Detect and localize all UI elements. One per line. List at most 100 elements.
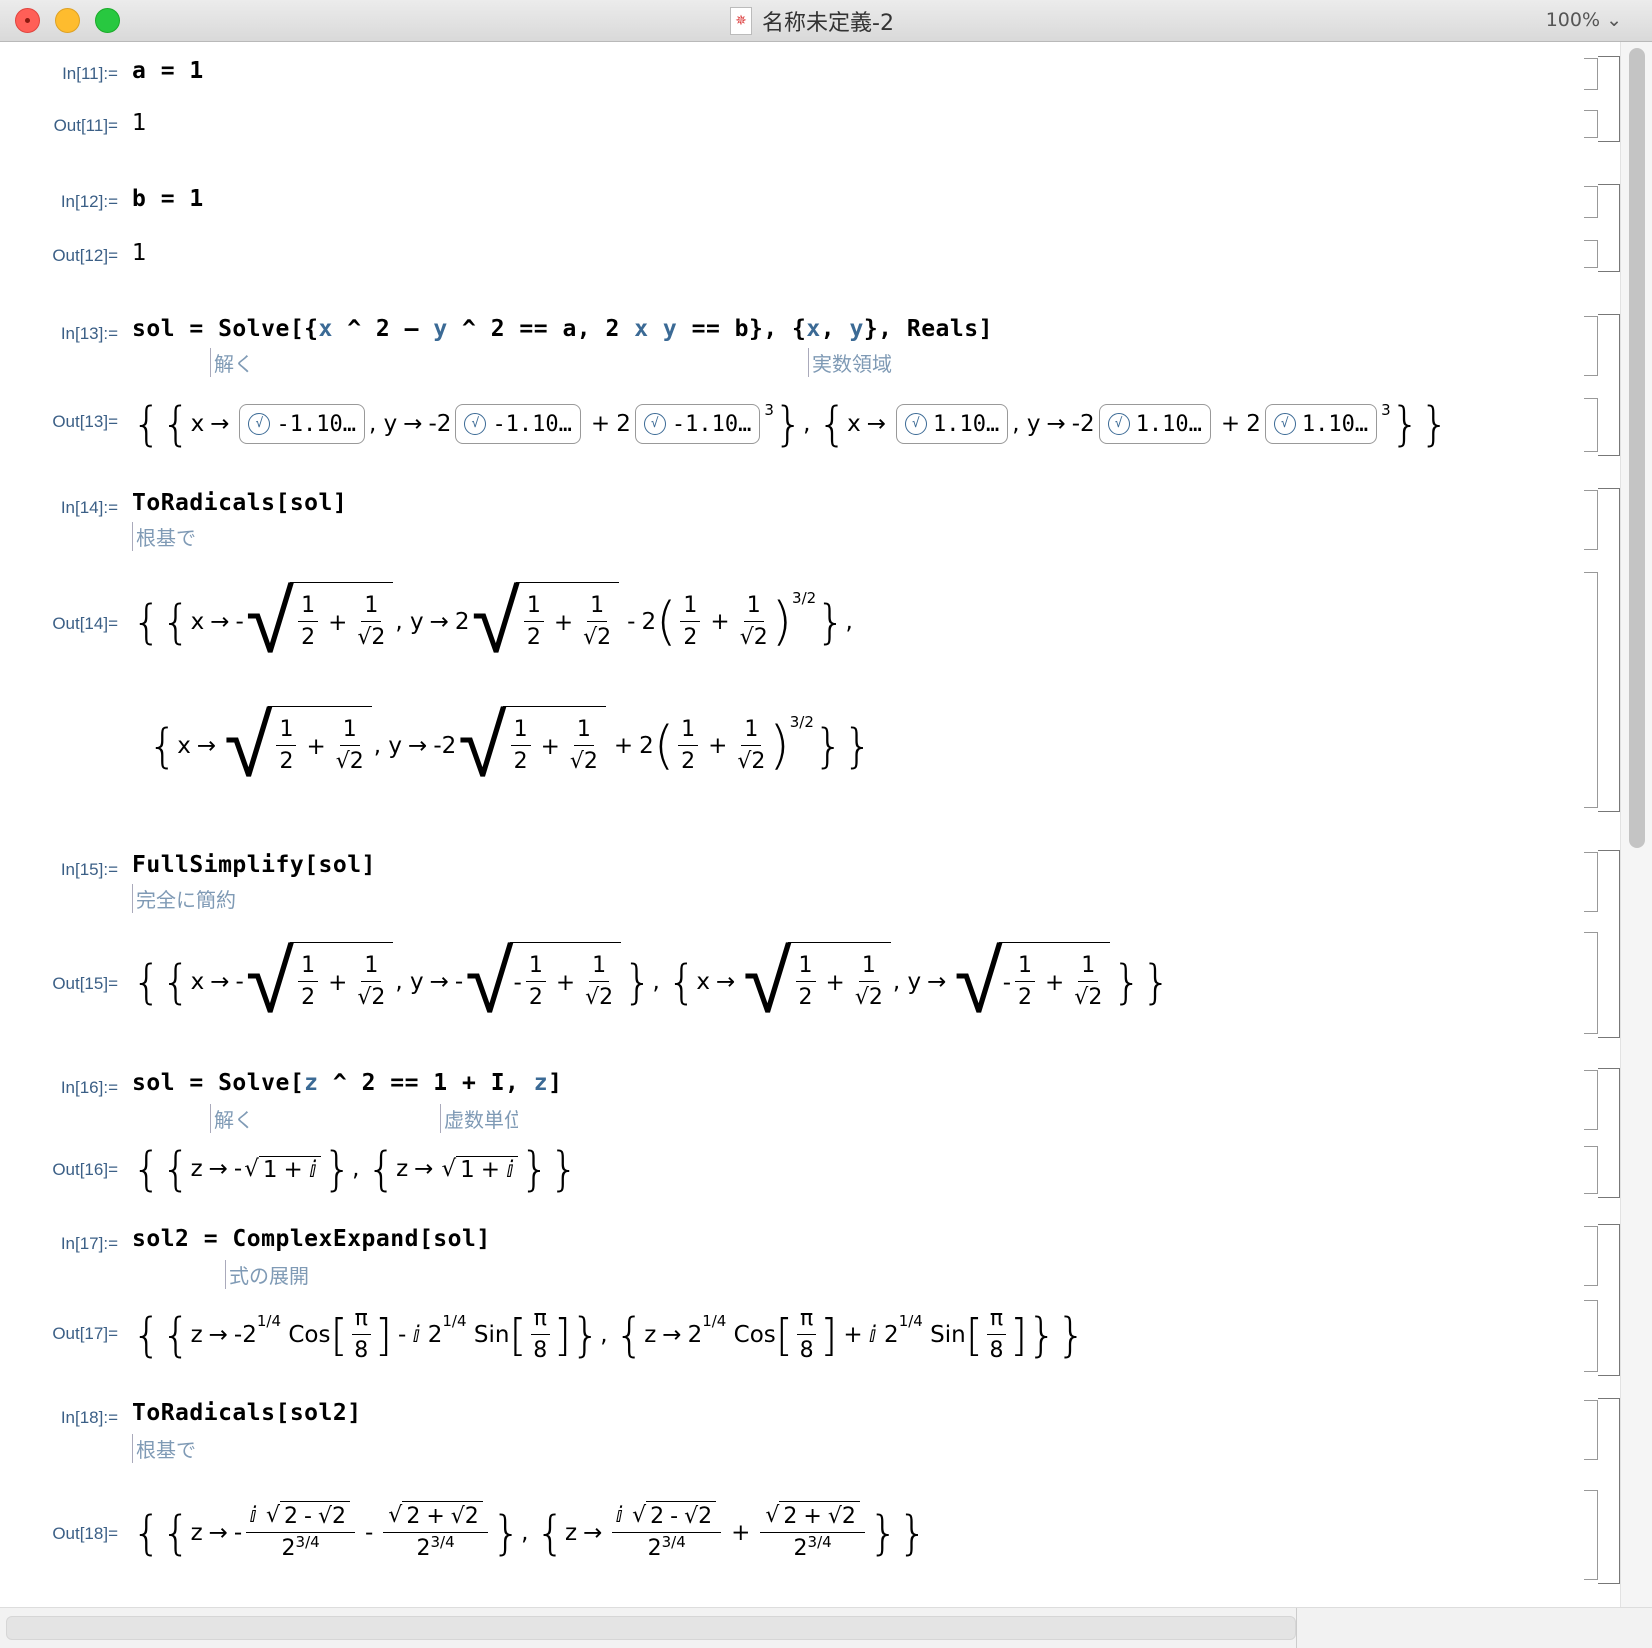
cell-bracket[interactable] [1584, 1300, 1598, 1372]
cell-bracket[interactable] [1584, 398, 1598, 452]
cell-bracket[interactable] [1584, 1226, 1598, 1286]
brace: { [132, 955, 162, 1009]
autocomplete-hint[interactable]: 式の展開 [225, 1260, 309, 1289]
brace: } [549, 1142, 579, 1196]
comma: , [395, 609, 403, 635]
in-label: In[11]:= [62, 64, 118, 83]
minus: - [428, 411, 437, 437]
group-bracket[interactable] [1598, 184, 1620, 272]
comma: , [652, 969, 660, 995]
cell-bracket[interactable] [1584, 1146, 1598, 1194]
cell-bracket[interactable] [1584, 1490, 1598, 1580]
code-var: y [849, 316, 864, 342]
cell-bracket[interactable] [1584, 1400, 1598, 1460]
root-icon: √ [1107, 413, 1130, 435]
var: y [410, 609, 424, 635]
input-cell[interactable]: sol = Solve[z ^ 2 == 1 + I, z] [132, 1070, 562, 1096]
autocomplete-hint[interactable]: 完全に簡約 [132, 884, 236, 913]
numeric-root-pill[interactable]: √ -1.10… [239, 404, 365, 444]
fraction: π8 [986, 1304, 1007, 1367]
zoom-dropdown[interactable]: 100% ⌄ [1546, 9, 1622, 31]
autocomplete-hint[interactable]: 虚数単位 [440, 1104, 518, 1133]
sqrt-body: -1 2 +1 √2 [509, 942, 622, 1022]
minus: - [233, 1156, 243, 1182]
cell-bracket[interactable] [1584, 316, 1598, 376]
group-bracket[interactable] [1598, 1224, 1620, 1376]
input-cell[interactable]: ToRadicals[sol2] [132, 1400, 362, 1426]
pill-value: 1.10… [932, 411, 1000, 437]
input-cell[interactable]: ToRadicals[sol] [132, 490, 347, 516]
input-cell[interactable]: sol = Solve[{x ^ 2 – y ^ 2 == a, 2 x y =… [132, 316, 993, 342]
plus: + [613, 733, 634, 759]
group-bracket[interactable] [1598, 314, 1620, 456]
input-cell[interactable]: sol2 = ComplexExpand[sol] [132, 1226, 491, 1252]
numerator: 1 [1078, 951, 1099, 982]
minus: - [513, 969, 522, 996]
autocomplete-hint[interactable]: 解く [210, 1104, 254, 1133]
numeric-root-pill[interactable]: √ -1.10… [455, 404, 581, 444]
radical-sign: √ [265, 1502, 280, 1528]
arrow: → [208, 1322, 228, 1348]
input-cell[interactable]: b = 1 [132, 186, 204, 212]
autocomplete-hint[interactable]: 解く [210, 348, 254, 377]
plus: + [555, 969, 576, 996]
cell-bracket[interactable] [1584, 58, 1598, 90]
cell-bracket[interactable] [1584, 572, 1598, 808]
numeric-root-pill[interactable]: √ 1.10… [1264, 404, 1378, 444]
denominator: 2 [798, 985, 813, 1010]
autocomplete-hint[interactable]: 実数領域 [808, 348, 892, 377]
group-bracket[interactable] [1598, 488, 1620, 812]
input-cell[interactable]: a = 1 [132, 58, 204, 84]
cell-bracket[interactable] [1584, 240, 1598, 268]
root-icon: √ [464, 413, 487, 435]
vertical-scroll-thumb[interactable] [1629, 48, 1645, 848]
group-bracket[interactable] [1598, 1068, 1620, 1198]
numeric-root-pill[interactable]: √ 1.10… [895, 404, 1009, 444]
group-bracket[interactable] [1598, 56, 1620, 142]
sqrt-body: 1 2 +1 √2 [290, 942, 394, 1022]
maximize-window-button[interactable] [95, 8, 120, 33]
comma: , [521, 1520, 529, 1546]
fraction: 1 √2 [357, 951, 385, 1014]
cell-bracket[interactable] [1584, 186, 1598, 218]
cell-bracket[interactable] [1584, 110, 1598, 138]
var: x [190, 609, 205, 635]
code-part: ] [548, 1070, 563, 1096]
close-window-button[interactable] [15, 8, 40, 33]
var: z [190, 1520, 203, 1546]
numeric-root-pill[interactable]: √ -1.10… [634, 404, 761, 444]
autocomplete-hint[interactable]: 根基で [132, 522, 196, 551]
num: 2 [454, 609, 470, 635]
num: 2 [281, 1535, 296, 1561]
cell-bracket[interactable] [1584, 852, 1598, 912]
fraction: 12 [298, 951, 319, 1014]
minimize-window-button[interactable] [55, 8, 80, 33]
brace: { [535, 1506, 565, 1560]
horizontal-scrollbar[interactable] [0, 1607, 1652, 1648]
denominator: 8 [354, 1337, 369, 1363]
var: y [388, 733, 403, 759]
pill-value: -1.10… [492, 411, 572, 437]
cell-bracket[interactable] [1584, 932, 1598, 1034]
brace: { [667, 955, 697, 1009]
group-bracket[interactable] [1598, 1398, 1620, 1584]
minus: - [433, 733, 442, 759]
radical-sign: √ [632, 1502, 647, 1528]
notebook-content: In[11]:= a = 1 Out[11]= 1 In[12]:= b = 1… [0, 42, 1652, 1607]
radical-sign: √ [224, 694, 273, 797]
numeric-root-pill[interactable]: √ 1.10… [1098, 404, 1211, 444]
numerator: 1 [298, 591, 319, 622]
input-cell[interactable]: FullSimplify[sol] [132, 852, 376, 878]
radical-sign: √ [465, 930, 514, 1033]
cell-bracket[interactable] [1584, 490, 1598, 550]
horizontal-scroll-thumb[interactable] [6, 1616, 1296, 1640]
comma: , [600, 1322, 608, 1348]
arrow: → [429, 969, 449, 995]
denominator: 2 [301, 985, 316, 1010]
vertical-scrollbar[interactable] [1620, 42, 1652, 1607]
fraction: π8 [530, 1304, 550, 1367]
cell-bracket[interactable] [1584, 1070, 1598, 1130]
root-icon: √ [643, 413, 666, 435]
group-bracket[interactable] [1598, 850, 1620, 1038]
autocomplete-hint[interactable]: 根基で [132, 1434, 196, 1463]
